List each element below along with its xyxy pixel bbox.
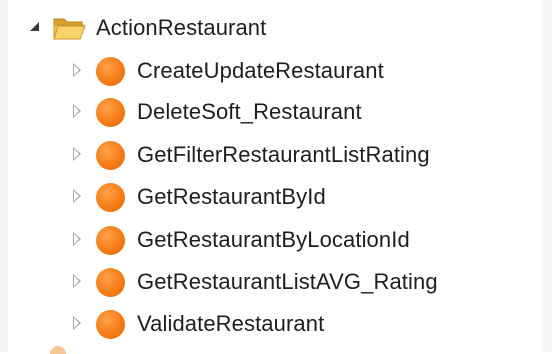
expand-arrow-icon[interactable] bbox=[73, 104, 81, 118]
tree-node-label: GetRestaurantByLocationId bbox=[137, 227, 410, 252]
folder-open-icon bbox=[53, 18, 86, 40]
tree-node-child[interactable]: GetFilterRestaurantListRating bbox=[0, 134, 542, 176]
tree-node-child[interactable]: GetRestaurantByLocationId bbox=[0, 219, 542, 261]
tree-node-child[interactable]: DeleteSoft_Restaurant bbox=[0, 91, 542, 133]
tree-node-label: CreateUpdateRestaurant bbox=[137, 58, 384, 83]
tree-node-label: GetFilterRestaurantListRating bbox=[137, 142, 430, 167]
action-circle-icon bbox=[96, 226, 125, 255]
tree-view: ActionRestaurant CreateUpdateRestaurant … bbox=[0, 0, 552, 354]
expand-arrow-icon[interactable] bbox=[73, 147, 81, 161]
next-node-icon-partial bbox=[50, 346, 66, 354]
tree-node-label: ValidateRestaurant bbox=[137, 311, 325, 336]
tree-node-child[interactable]: CreateUpdateRestaurant bbox=[0, 50, 542, 92]
action-circle-icon bbox=[96, 310, 125, 339]
tree-node-child[interactable]: ValidateRestaurant bbox=[0, 303, 542, 345]
expand-arrow-icon[interactable] bbox=[73, 63, 81, 77]
tree-node-label: GetRestaurantById bbox=[137, 184, 326, 209]
action-circle-icon bbox=[96, 183, 125, 212]
action-circle-icon bbox=[96, 141, 125, 170]
expand-arrow-icon[interactable] bbox=[73, 316, 81, 330]
action-circle-icon bbox=[96, 268, 125, 297]
tree-node-label: GetRestaurantListAVG_Rating bbox=[137, 269, 438, 294]
tree-node-child[interactable]: GetRestaurantById bbox=[0, 176, 542, 218]
tree-node-label: ActionRestaurant bbox=[96, 15, 267, 40]
expand-arrow-icon[interactable] bbox=[73, 189, 81, 203]
tree-node-label: DeleteSoft_Restaurant bbox=[137, 99, 362, 124]
tree-node-actionrestaurant[interactable]: ActionRestaurant bbox=[0, 7, 542, 49]
tree-node-child[interactable]: GetRestaurantListAVG_Rating bbox=[0, 261, 542, 303]
expand-arrow-icon[interactable] bbox=[73, 232, 81, 246]
collapse-arrow-icon[interactable] bbox=[30, 22, 39, 31]
action-circle-icon bbox=[96, 98, 125, 127]
action-circle-icon bbox=[96, 57, 125, 86]
expand-arrow-icon[interactable] bbox=[73, 274, 81, 288]
